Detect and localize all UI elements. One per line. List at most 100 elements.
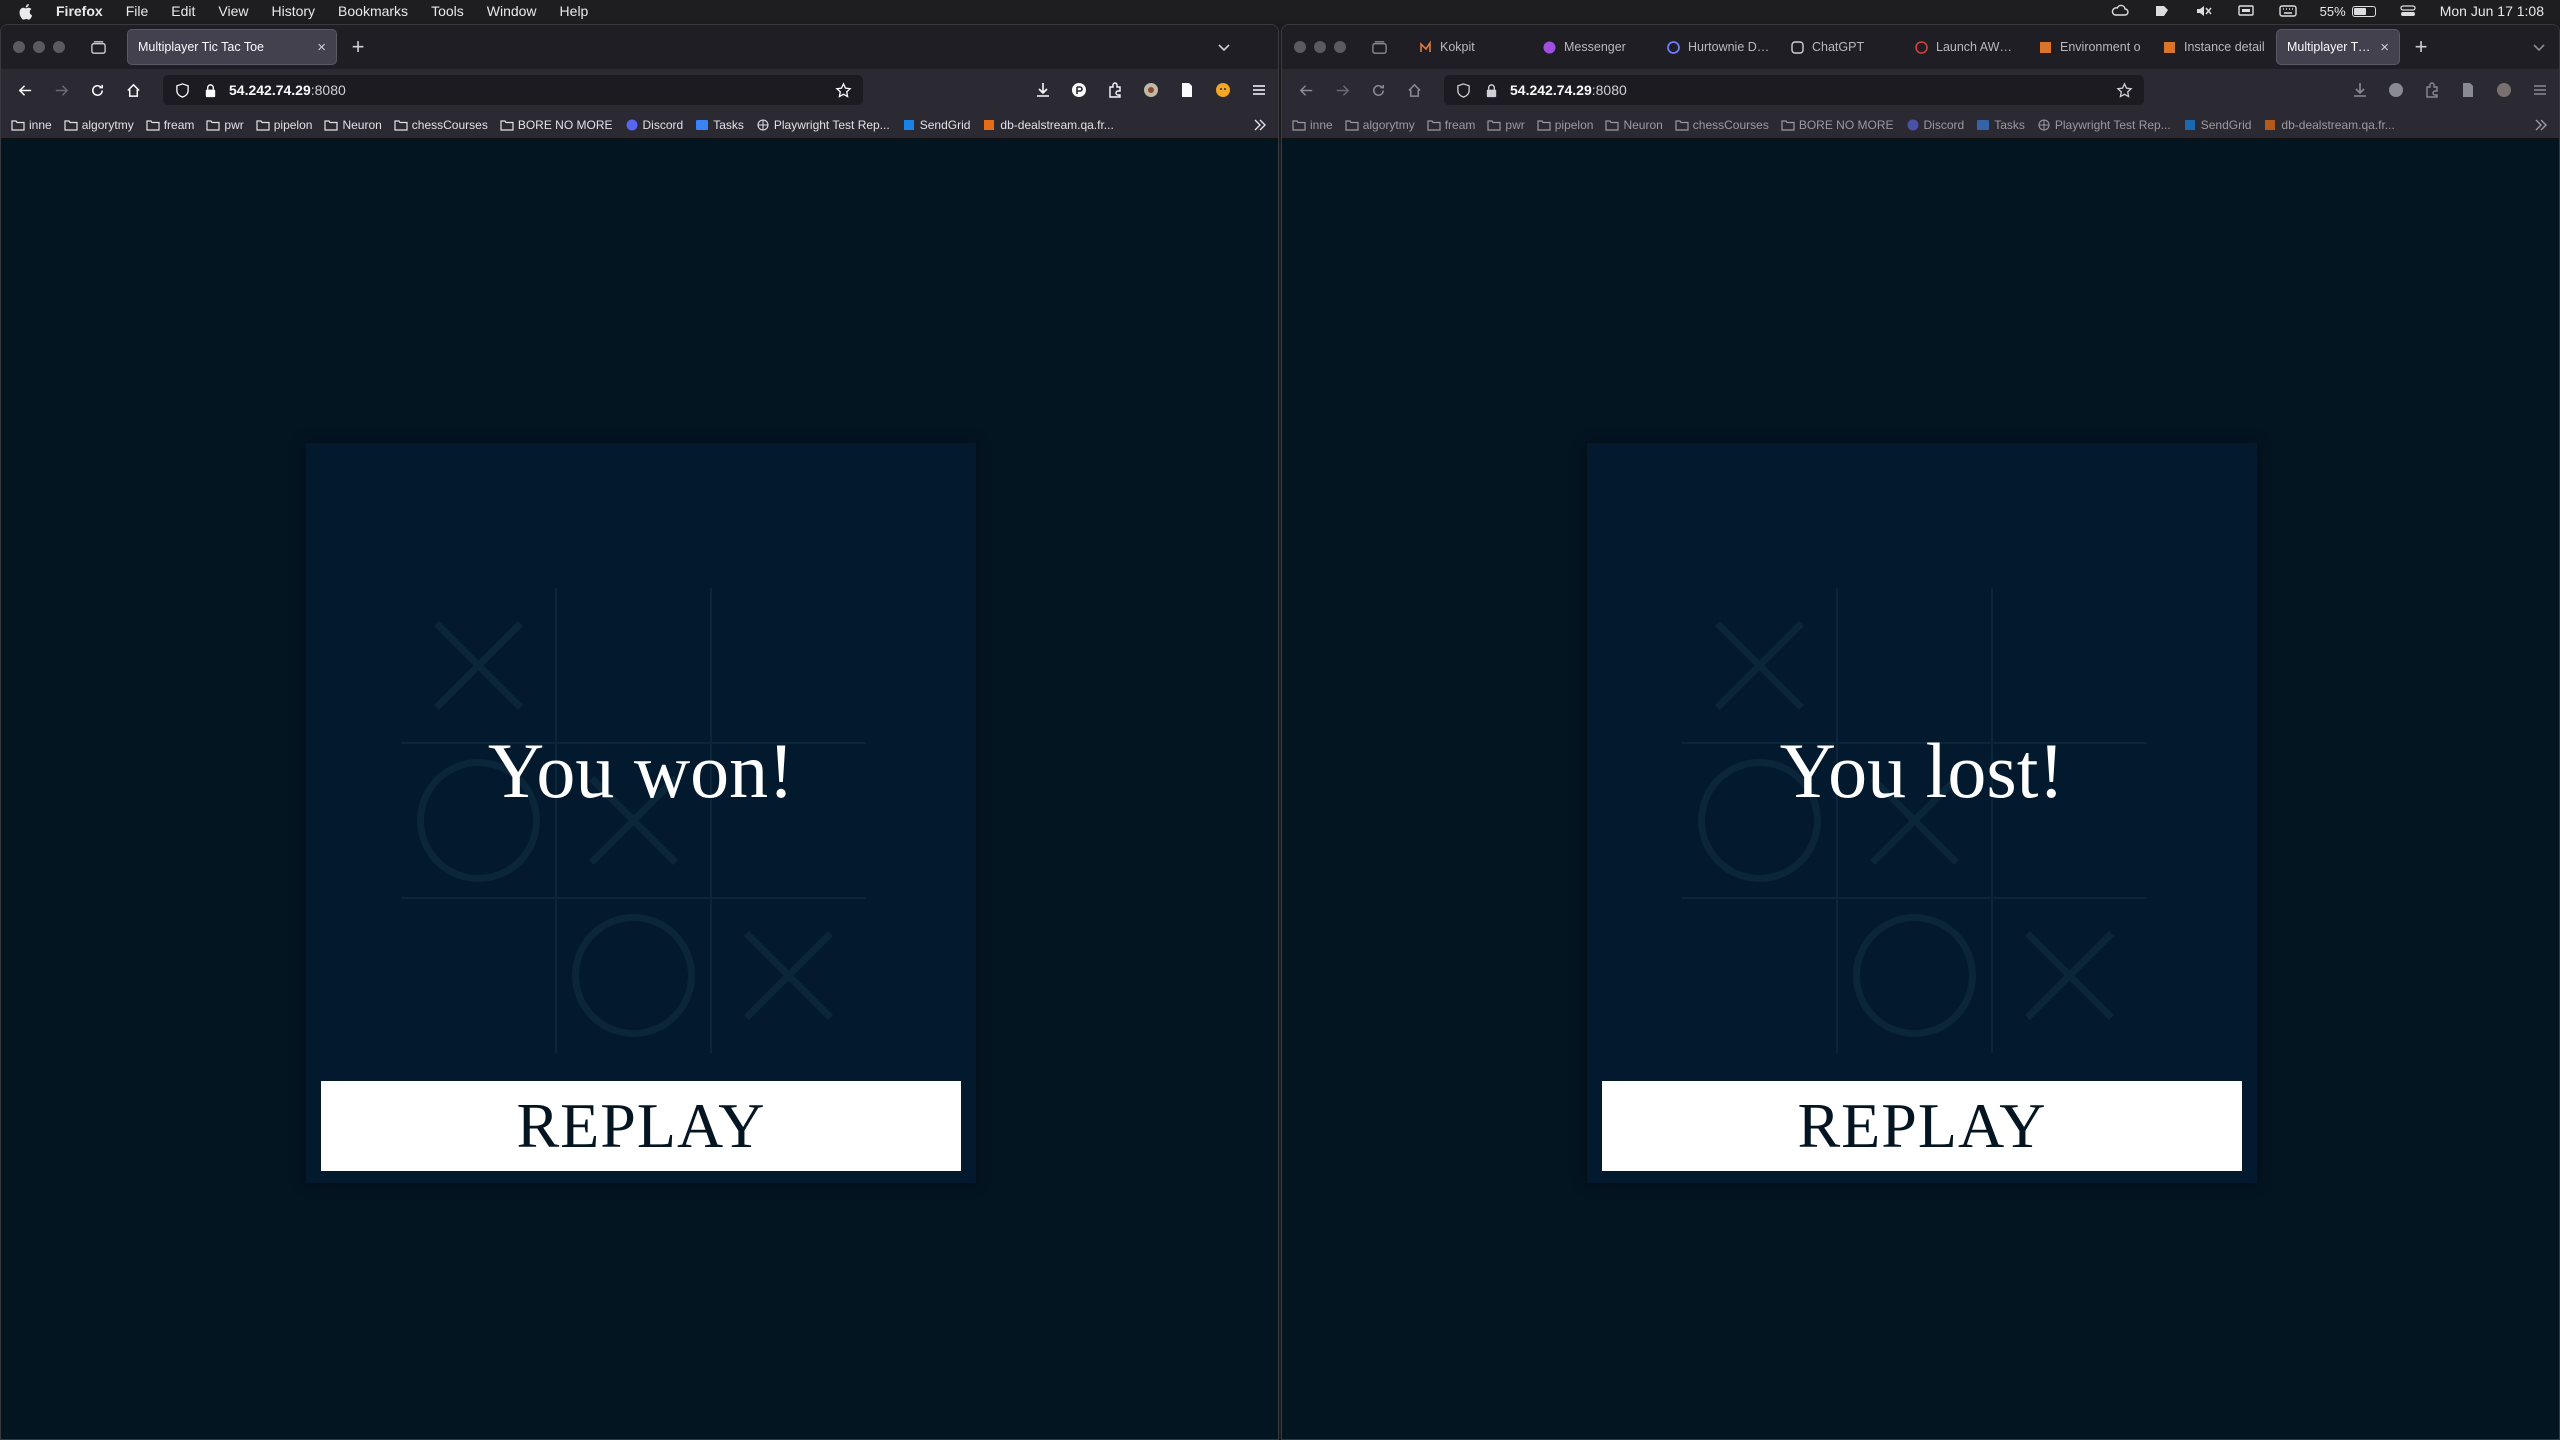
extensions-puzzle-icon[interactable] bbox=[2421, 79, 2443, 101]
app-menu-icon[interactable] bbox=[2529, 79, 2551, 101]
app-extension-icon[interactable] bbox=[2152, 3, 2172, 19]
bookmark-folder-bore-no-more[interactable]: BORE NO MORE bbox=[500, 118, 613, 132]
cloud-sync-icon[interactable] bbox=[2110, 3, 2130, 19]
tab-hurtownie[interactable]: Hurtownie Dan bbox=[1656, 29, 1780, 65]
bookmark-discord[interactable]: Discord bbox=[625, 118, 683, 132]
bookmark-folder-neuron[interactable]: Neuron bbox=[1605, 118, 1663, 132]
reader-icon[interactable] bbox=[1176, 79, 1198, 101]
home-icon[interactable] bbox=[1398, 74, 1430, 106]
back-icon[interactable] bbox=[9, 74, 41, 106]
reload-icon[interactable] bbox=[81, 74, 113, 106]
bookmark-discord[interactable]: Discord bbox=[1906, 118, 1964, 132]
forward-icon[interactable] bbox=[1326, 74, 1358, 106]
forward-icon[interactable] bbox=[45, 74, 77, 106]
menu-bookmarks[interactable]: Bookmarks bbox=[338, 3, 408, 19]
zoom-window-button[interactable] bbox=[53, 41, 65, 53]
bookmark-db-dealstream[interactable]: db-dealstream.qa.fr... bbox=[2263, 118, 2395, 132]
menu-help[interactable]: Help bbox=[560, 3, 589, 19]
app-menu-icon[interactable] bbox=[1248, 79, 1270, 101]
bookmark-folder-bore-no-more[interactable]: BORE NO MORE bbox=[1781, 118, 1894, 132]
menu-app-firefox[interactable]: Firefox bbox=[56, 3, 103, 19]
new-tab-button[interactable]: + bbox=[343, 32, 373, 62]
bookmark-folder-pwr[interactable]: pwr bbox=[1487, 118, 1525, 132]
downloads-icon[interactable] bbox=[1032, 79, 1054, 101]
bookmark-folder-pipelon[interactable]: pipelon bbox=[1537, 118, 1593, 132]
menu-view[interactable]: View bbox=[218, 3, 248, 19]
bookmark-db-dealstream[interactable]: db-dealstream.qa.fr... bbox=[982, 118, 1114, 132]
extensions-puzzle-icon[interactable] bbox=[1104, 79, 1126, 101]
emoji-extension-icon[interactable] bbox=[1212, 79, 1234, 101]
bookmark-folder-chesscourses[interactable]: chessCourses bbox=[394, 118, 488, 132]
bookmark-sendgrid[interactable]: SendGrid bbox=[2183, 118, 2251, 132]
list-all-tabs-icon[interactable] bbox=[2527, 35, 2551, 59]
tab-launch-aws[interactable]: Launch AWS A bbox=[1904, 29, 2028, 65]
pocket-extension-icon[interactable] bbox=[1068, 79, 1090, 101]
keyboard-icon[interactable] bbox=[2278, 3, 2298, 19]
tab-kokpit[interactable]: Kokpit bbox=[1408, 29, 1532, 65]
tab-multiplayer-tic-tac-toe[interactable]: Multiplayer Tic Tac Toe × bbox=[127, 29, 337, 65]
tracking-shield-icon[interactable] bbox=[1454, 81, 1472, 99]
bookmark-folder-inne[interactable]: inne bbox=[11, 118, 52, 132]
display-icon[interactable] bbox=[2236, 3, 2256, 19]
menubar-clock[interactable]: Mon Jun 17 1:08 bbox=[2440, 3, 2544, 19]
menu-file[interactable]: File bbox=[126, 3, 149, 19]
firefox-view-icon[interactable] bbox=[1366, 34, 1392, 60]
reload-icon[interactable] bbox=[1362, 74, 1394, 106]
firefox-view-icon[interactable] bbox=[85, 34, 111, 60]
bookmark-playwright[interactable]: Playwright Test Rep... bbox=[2037, 118, 2171, 132]
bookmark-tasks[interactable]: Tasks bbox=[1976, 118, 2025, 132]
tab-environment[interactable]: Environment o bbox=[2028, 29, 2152, 65]
mute-icon[interactable] bbox=[2194, 3, 2214, 19]
minimize-window-button[interactable] bbox=[33, 41, 45, 53]
minimize-window-button[interactable] bbox=[1314, 41, 1326, 53]
bookmark-folder-fream[interactable]: fream bbox=[1427, 118, 1475, 132]
lock-icon[interactable] bbox=[1482, 81, 1500, 99]
address-bar[interactable]: 54.242.74.29:8080 bbox=[1444, 75, 2144, 105]
bookmark-folder-chesscourses[interactable]: chessCourses bbox=[1675, 118, 1769, 132]
bookmark-folder-inne[interactable]: inne bbox=[1292, 118, 1333, 132]
tab-multiplayer-tic-tac-toe[interactable]: Multiplayer Tic T × bbox=[2276, 29, 2400, 65]
back-icon[interactable] bbox=[1290, 74, 1322, 106]
replay-button[interactable]: REPLAY bbox=[321, 1081, 961, 1171]
tab-messenger[interactable]: Messenger bbox=[1532, 29, 1656, 65]
menu-tools[interactable]: Tools bbox=[431, 3, 464, 19]
zoom-window-button[interactable] bbox=[1334, 41, 1346, 53]
apple-icon[interactable] bbox=[16, 2, 36, 20]
close-window-button[interactable] bbox=[1294, 41, 1306, 53]
reader-icon[interactable] bbox=[2457, 79, 2479, 101]
list-all-tabs-icon[interactable] bbox=[1212, 35, 1236, 59]
bookmark-folder-pipelon[interactable]: pipelon bbox=[256, 118, 312, 132]
replay-button[interactable]: REPLAY bbox=[1602, 1081, 2242, 1171]
bookmark-tasks[interactable]: Tasks bbox=[695, 118, 744, 132]
profile-extension-icon[interactable] bbox=[2493, 79, 2515, 101]
battery-status[interactable]: 55% bbox=[2320, 4, 2376, 19]
bookmark-folder-fream[interactable]: fream bbox=[146, 118, 194, 132]
downloads-icon[interactable] bbox=[2349, 79, 2371, 101]
control-center-icon[interactable] bbox=[2398, 3, 2418, 19]
bookmark-playwright[interactable]: Playwright Test Rep... bbox=[756, 118, 890, 132]
bookmark-star-icon[interactable] bbox=[833, 80, 853, 100]
tab-instance-details[interactable]: Instance detail bbox=[2152, 29, 2276, 65]
tracking-shield-icon[interactable] bbox=[173, 81, 191, 99]
bookmark-folder-pwr[interactable]: pwr bbox=[206, 118, 244, 132]
bookmarks-overflow-icon[interactable] bbox=[2533, 117, 2549, 133]
tab-chatgpt[interactable]: ChatGPT bbox=[1780, 29, 1904, 65]
close-window-button[interactable] bbox=[13, 41, 25, 53]
new-tab-button[interactable]: + bbox=[2406, 32, 2436, 62]
menu-history[interactable]: History bbox=[271, 3, 315, 19]
profile-extension-icon[interactable] bbox=[1140, 79, 1162, 101]
lock-icon[interactable] bbox=[201, 81, 219, 99]
bookmark-folder-algorytmy[interactable]: algorytmy bbox=[1345, 118, 1415, 132]
home-icon[interactable] bbox=[117, 74, 149, 106]
tab-close-icon[interactable]: × bbox=[309, 39, 326, 56]
bookmark-sendgrid[interactable]: SendGrid bbox=[902, 118, 970, 132]
bookmark-folder-neuron[interactable]: Neuron bbox=[324, 118, 382, 132]
bookmarks-overflow-icon[interactable] bbox=[1252, 117, 1268, 133]
menu-edit[interactable]: Edit bbox=[171, 3, 195, 19]
address-bar[interactable]: 54.242.74.29:8080 bbox=[163, 75, 863, 105]
bookmark-star-icon[interactable] bbox=[2114, 80, 2134, 100]
tab-close-icon[interactable]: × bbox=[2372, 39, 2389, 56]
bookmark-folder-algorytmy[interactable]: algorytmy bbox=[64, 118, 134, 132]
menu-window[interactable]: Window bbox=[487, 3, 537, 19]
pocket-extension-icon[interactable] bbox=[2385, 79, 2407, 101]
